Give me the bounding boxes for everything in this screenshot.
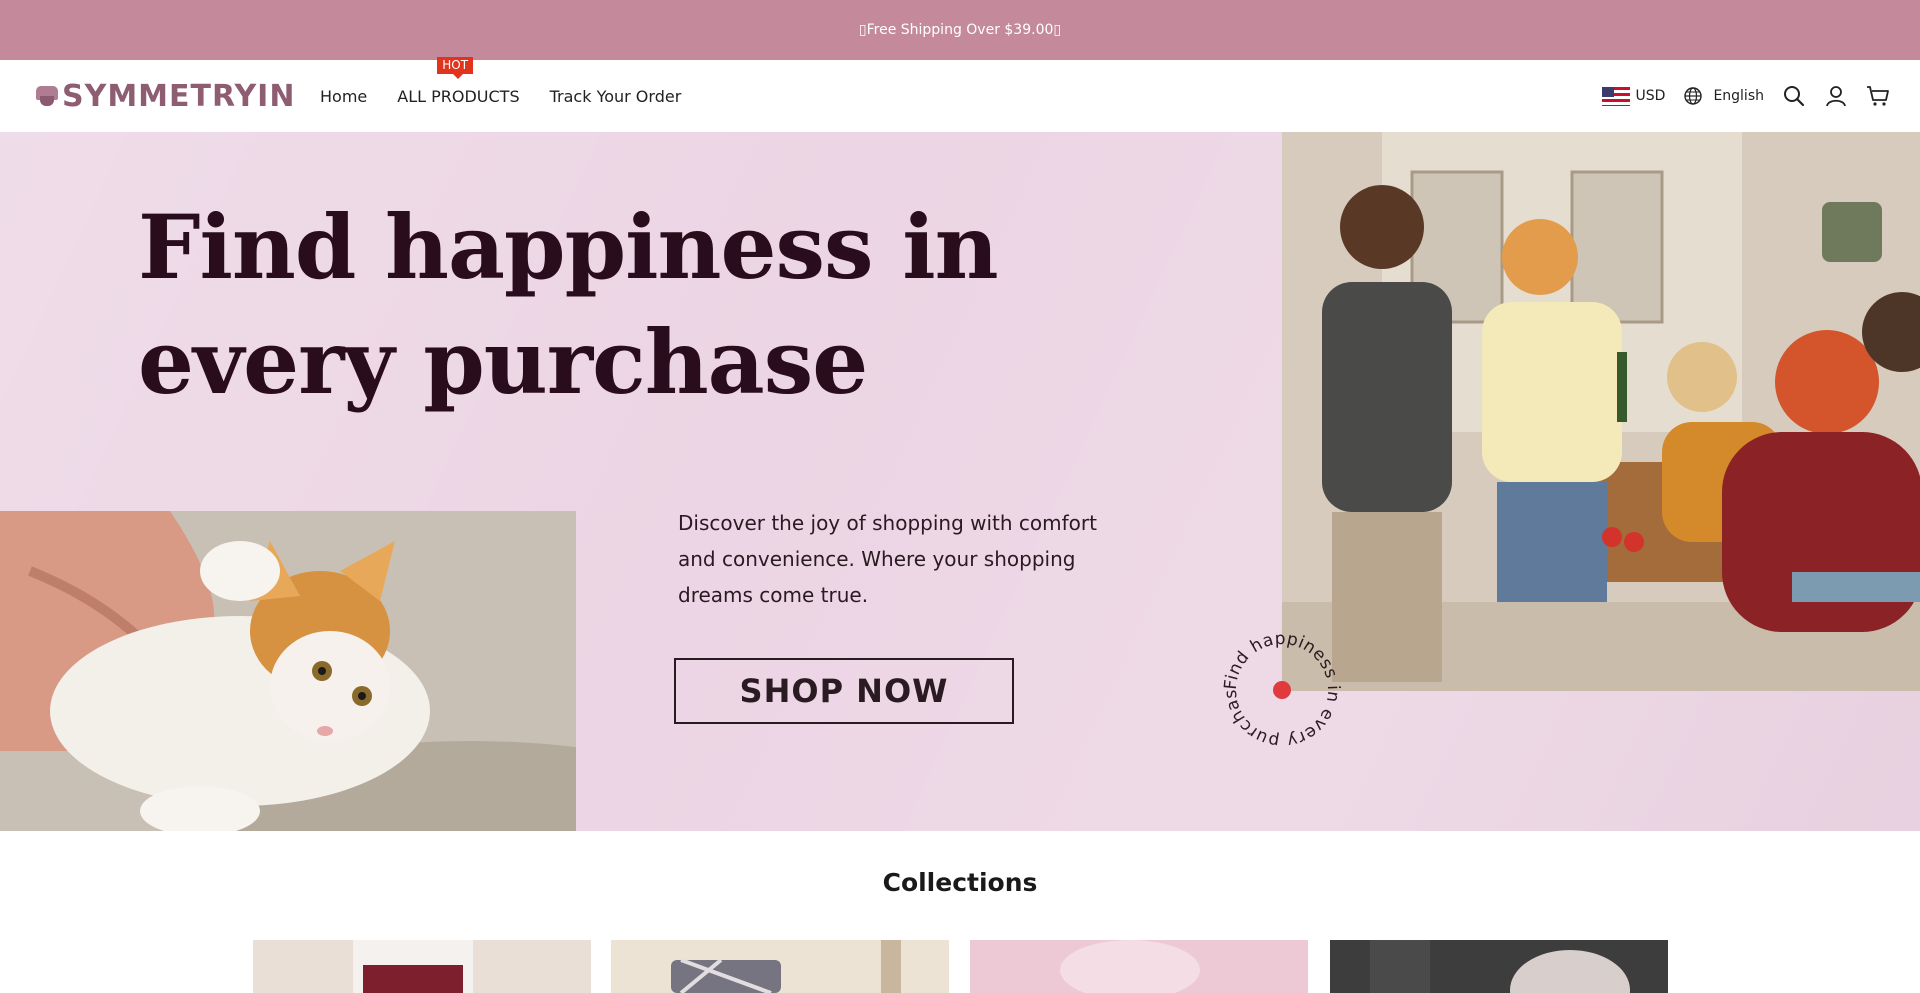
account-button[interactable] — [1824, 84, 1848, 108]
search-icon — [1784, 86, 1805, 107]
cat-illustration — [0, 511, 576, 831]
nav-home[interactable]: Home — [320, 87, 367, 106]
hot-badge: HOT — [437, 56, 474, 79]
collection-image — [253, 940, 591, 993]
search-button[interactable] — [1782, 84, 1806, 108]
announcement-text: ▯Free Shipping Over $39.00▯ — [858, 22, 1062, 38]
header-actions: USD English — [1601, 60, 1890, 132]
cart-button[interactable] — [1866, 84, 1890, 108]
collection-card[interactable] — [611, 940, 949, 993]
collections-grid — [253, 940, 1668, 993]
badge-dot — [1273, 681, 1291, 699]
logo-icon — [36, 84, 58, 108]
nav-all-products-label: ALL PRODUCTS — [397, 86, 520, 106]
collection-card[interactable] — [253, 940, 591, 993]
collection-card[interactable] — [970, 940, 1308, 993]
hero-banner: Find happiness in every purchase Discove… — [0, 132, 1920, 831]
collection-card[interactable] — [1330, 940, 1668, 993]
nav-all-products[interactable]: HOT ALL PRODUCTS — [397, 56, 520, 106]
shop-now-button[interactable]: SHOP NOW — [674, 658, 1014, 724]
language-label: English — [1713, 88, 1764, 104]
nav-track-order[interactable]: Track Your Order — [550, 87, 682, 106]
site-header: SYMMETRYIN Home HOT ALL PRODUCTS Track Y… — [0, 56, 1920, 132]
cart-icon — [1867, 86, 1889, 106]
hero-title-line1: Find happiness in — [138, 195, 999, 299]
friends-dining-illustration — [1282, 132, 1920, 691]
logo-text: SYMMETRYIN — [62, 78, 296, 114]
language-selector[interactable]: English — [1683, 86, 1764, 106]
hero-title: Find happiness in every purchase — [138, 190, 1038, 420]
collection-image — [611, 940, 949, 993]
currency-label: USD — [1635, 88, 1666, 104]
hero-title-line2: every purchase — [138, 310, 868, 414]
announcement-bar: ▯Free Shipping Over $39.00▯ — [0, 0, 1920, 60]
currency-selector[interactable]: USD — [1601, 86, 1666, 106]
main-nav: Home HOT ALL PRODUCTS Track Your Order — [320, 56, 682, 132]
rotating-text-badge: Find happiness in every purchase — [1222, 630, 1342, 750]
hero-image-cat — [0, 511, 576, 831]
collection-image — [1330, 940, 1668, 993]
us-flag-icon — [1601, 86, 1630, 106]
globe-icon — [1684, 87, 1703, 105]
collection-image — [970, 940, 1308, 993]
logo[interactable]: SYMMETRYIN — [36, 78, 296, 114]
hero-image-friends-dining — [1282, 132, 1920, 691]
account-icon — [1826, 86, 1846, 107]
collections-heading: Collections — [882, 868, 1038, 897]
hero-subtitle: Discover the joy of shopping with comfor… — [678, 511, 1097, 607]
